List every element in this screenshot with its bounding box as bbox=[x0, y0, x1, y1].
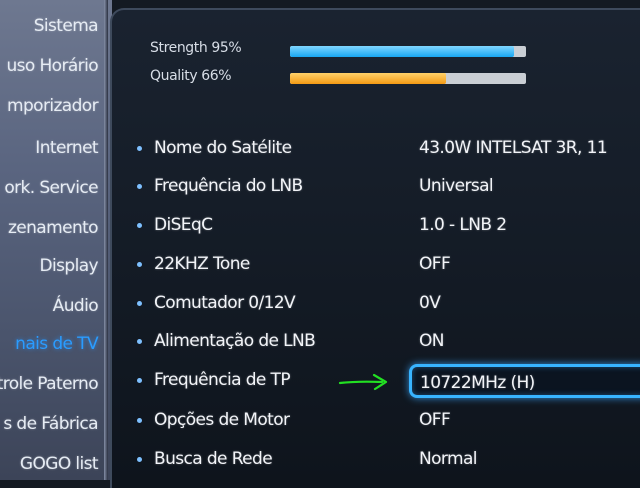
bullet-icon bbox=[137, 418, 142, 423]
menu-item-display[interactable]: Display bbox=[40, 256, 99, 276]
satellite-settings-panel: Strength 95% Quality 66% Nome do Satélit… bbox=[110, 8, 640, 488]
setting-value[interactable]: 0V bbox=[419, 293, 441, 313]
green-arrow-icon bbox=[338, 373, 388, 391]
quality-bar bbox=[290, 73, 526, 84]
strength-bar-fill bbox=[290, 46, 515, 57]
setting-value[interactable]: OFF bbox=[419, 410, 451, 430]
setting-row-lnb-power[interactable]: Alimentação de LNB ON bbox=[112, 325, 640, 359]
setting-label: Busca de Rede bbox=[154, 449, 273, 469]
setting-label: Comutador 0/12V bbox=[154, 293, 296, 313]
bullet-icon bbox=[137, 223, 142, 228]
menu-item-controle-paterno[interactable]: trole Paterno bbox=[0, 374, 99, 394]
setting-label: Alimentação de LNB bbox=[154, 331, 316, 351]
bullet-icon bbox=[137, 339, 142, 344]
setting-label: Opções de Motor bbox=[154, 410, 290, 430]
setting-value[interactable]: ON bbox=[419, 331, 445, 351]
menu-item-temporizador[interactable]: mporizador bbox=[7, 96, 99, 116]
setting-label: Frequência de TP bbox=[154, 370, 291, 390]
setting-value[interactable]: 1.0 - LNB 2 bbox=[419, 215, 507, 235]
setting-label: 22KHZ Tone bbox=[154, 254, 250, 274]
menu-item-network-service[interactable]: ork. Service bbox=[4, 178, 98, 198]
setting-row-diseqc[interactable]: DiSEqC 1.0 - LNB 2 bbox=[112, 209, 640, 243]
menu-item-internet[interactable]: Internet bbox=[35, 138, 98, 158]
menu-item-armazenamento[interactable]: zenamento bbox=[8, 218, 99, 238]
menu-item-fuso-horario[interactable]: uso Horário bbox=[6, 56, 98, 76]
setting-label: Frequência do LNB bbox=[154, 176, 303, 196]
setting-row-motor-options[interactable]: Opções de Motor OFF bbox=[112, 404, 640, 438]
menu-item-audio[interactable]: Áudio bbox=[53, 296, 99, 316]
menu-item-canais-de-tv[interactable]: nais de TV bbox=[15, 334, 98, 354]
quality-bar-fill bbox=[290, 73, 446, 84]
setting-value[interactable]: Normal bbox=[419, 449, 478, 469]
setting-label: DiSEqC bbox=[154, 215, 213, 235]
sidebar-divider bbox=[104, 0, 108, 480]
bullet-icon bbox=[137, 301, 142, 306]
strength-bar bbox=[290, 46, 526, 57]
setting-row-22khz-tone[interactable]: 22KHZ Tone OFF bbox=[112, 248, 640, 282]
bullet-icon bbox=[137, 457, 142, 462]
bullet-icon bbox=[137, 378, 142, 383]
setting-row-0-12v-switch[interactable]: Comutador 0/12V 0V bbox=[112, 287, 640, 321]
bullet-icon bbox=[137, 184, 142, 189]
setting-row-network-search[interactable]: Busca de Rede Normal bbox=[112, 443, 640, 477]
menu-item-gogo-list[interactable]: GOGO list bbox=[20, 454, 99, 474]
bullet-icon bbox=[137, 146, 142, 151]
bullet-icon bbox=[137, 262, 142, 267]
menu-item-padroes-de-fabrica[interactable]: s de Fábrica bbox=[3, 414, 98, 434]
setting-value[interactable]: OFF bbox=[419, 254, 451, 274]
strength-label: Strength 95% bbox=[150, 40, 242, 56]
settings-menu-sidebar: Sistema uso Horário mporizador Internet … bbox=[0, 0, 112, 480]
tp-frequency-selected-value[interactable]: 10722MHz (H) bbox=[409, 364, 640, 398]
setting-label: Nome do Satélite bbox=[154, 138, 292, 158]
setting-row-satellite-name[interactable]: Nome do Satélite 43.0W INTELSAT 3R, 11 bbox=[112, 132, 640, 166]
setting-value[interactable]: Universal bbox=[419, 176, 494, 196]
setting-row-lnb-frequency[interactable]: Frequência do LNB Universal bbox=[112, 170, 640, 204]
menu-item-sistema[interactable]: Sistema bbox=[34, 16, 99, 36]
quality-label: Quality 66% bbox=[150, 68, 232, 84]
setting-value[interactable]: 43.0W INTELSAT 3R, 11 bbox=[419, 138, 608, 158]
